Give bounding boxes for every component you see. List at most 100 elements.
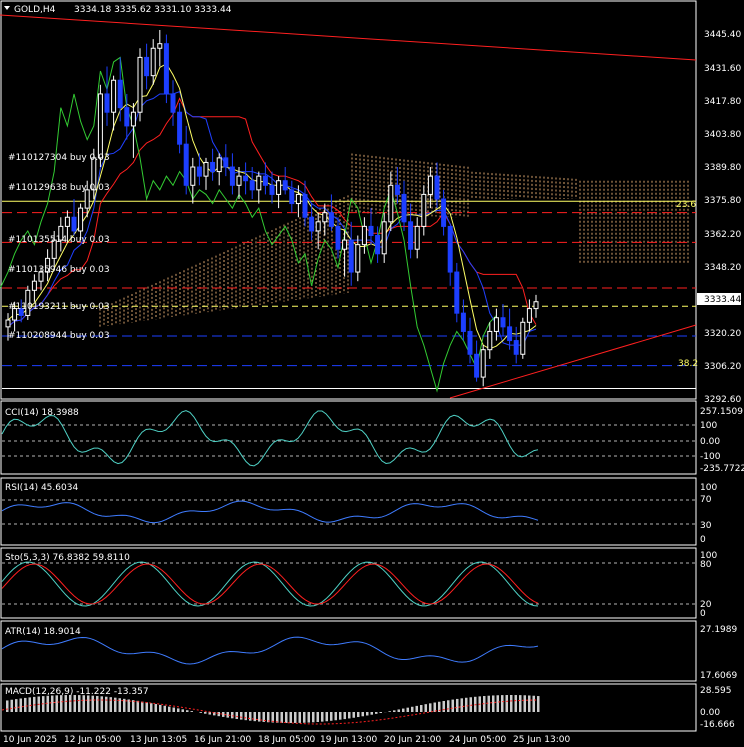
time-tick: 25 Jun 13:00: [513, 735, 570, 744]
candle-body: [448, 226, 452, 272]
macd-bar: [393, 710, 396, 712]
time-tick: 24 Jun 05:00: [449, 735, 506, 744]
macd-bar: [362, 712, 365, 716]
candle-body: [270, 185, 274, 194]
candle-body: [455, 272, 459, 313]
macd-bar: [303, 712, 306, 723]
trade-label[interactable]: #110193211 buy 0.03: [8, 302, 110, 312]
candle-body: [244, 176, 248, 181]
candle-body: [316, 222, 320, 231]
candle-body: [382, 222, 386, 254]
macd-bar: [204, 712, 207, 714]
macd-bar: [456, 699, 459, 712]
candle-body: [290, 190, 294, 204]
macd-bar: [146, 702, 149, 712]
price-tick: 3417.80: [704, 97, 741, 107]
macd-bar: [299, 712, 302, 723]
macd-bar: [420, 705, 423, 712]
macd-bar: [159, 705, 162, 712]
cci-tick: 0.00: [700, 437, 720, 447]
macd-bar: [353, 712, 356, 718]
candle-body: [178, 112, 182, 144]
candle-body: [171, 94, 175, 112]
macd-bar: [389, 711, 392, 712]
candle-body: [151, 48, 155, 75]
macd-bar: [317, 712, 320, 722]
macd-bar: [366, 712, 369, 716]
macd-bar: [51, 696, 54, 712]
candle-body: [494, 318, 498, 332]
macd-bar: [155, 704, 158, 712]
candle-body: [501, 318, 505, 327]
candle-body: [191, 167, 195, 185]
sto-tick: 0: [700, 609, 706, 619]
candle-body: [521, 322, 525, 354]
candle-body: [442, 199, 446, 226]
candle-body: [395, 185, 399, 194]
atr-label: ATR(14) 18.9014: [5, 627, 81, 637]
macd-bar: [137, 701, 140, 712]
candle-body: [283, 181, 287, 190]
candle-body: [402, 194, 406, 221]
rsi-label: RSI(14) 45.6034: [5, 483, 78, 493]
macd-bar: [92, 696, 95, 712]
candle-body: [211, 162, 215, 171]
macd-bar: [380, 712, 383, 713]
macd-bar: [339, 712, 342, 720]
candle-body: [118, 80, 122, 107]
macd-bar: [515, 695, 518, 712]
macd-bar: [501, 695, 504, 712]
macd-bar: [240, 712, 243, 720]
candle-body: [343, 240, 347, 249]
macd-bar: [177, 708, 180, 712]
macd-bar: [443, 701, 446, 712]
trade-label[interactable]: #110208944 buy 0.03: [8, 331, 110, 341]
candle-body: [323, 213, 327, 222]
candle-body: [6, 320, 10, 327]
candle-body: [277, 181, 281, 195]
macd-bar: [105, 697, 108, 712]
chart-header: GOLD,H4 3334.18 3335.62 3331.10 3333.44: [4, 5, 232, 15]
trading-chart-window[interactable]: GOLD,H4 3334.18 3335.62 3331.10 3333.44 …: [0, 0, 744, 744]
candle-body: [409, 222, 413, 249]
macd-bar: [254, 712, 257, 721]
candle-body: [217, 158, 221, 172]
macd-bar: [236, 712, 239, 719]
macd-bar: [371, 712, 374, 715]
macd-bar: [465, 698, 468, 712]
trade-label[interactable]: #110135514 buy 0.03: [8, 235, 110, 245]
macd-bar: [123, 699, 126, 712]
sto-label: Sto(5,3,3) 76.8382 59.8110: [5, 553, 130, 563]
time-tick: 19 Jun 13:00: [320, 735, 377, 744]
macd-bar: [330, 712, 333, 721]
price-tick: 3431.60: [704, 64, 741, 74]
candle-body: [514, 341, 518, 355]
candle-body: [415, 226, 419, 249]
macd-bar: [222, 712, 225, 717]
time-axis[interactable]: 10 Jun 2025 12 Jun 05:00 13 Jun 13:05 16…: [3, 735, 570, 744]
price-tick: 3292.60: [704, 395, 741, 405]
macd-bar: [290, 712, 293, 723]
trade-label[interactable]: #110127304 buy 0.03: [8, 153, 110, 163]
candle-body: [164, 44, 168, 94]
candle-body: [422, 194, 426, 226]
macd-bar: [74, 695, 77, 712]
macd-bar: [375, 712, 378, 714]
candle-body: [131, 112, 135, 126]
cci-tick: 100: [700, 421, 717, 431]
cci-tick: -100: [700, 452, 721, 462]
macd-bar: [411, 707, 414, 712]
macd-bar: [281, 712, 284, 723]
trade-label[interactable]: #110129638 buy 0.03: [8, 183, 110, 193]
macd-bar: [407, 708, 410, 712]
fib-38-2-label: 38.2: [678, 359, 698, 369]
macd-bar: [65, 695, 68, 712]
macd-bar: [150, 703, 153, 712]
candle-body: [475, 354, 479, 377]
trade-label[interactable]: #110135946 buy 0.03: [8, 265, 110, 275]
rsi-tick: 70: [700, 495, 712, 505]
macd-bar: [231, 712, 234, 718]
symbol-timeframe: GOLD,H4: [14, 5, 56, 15]
candle-body: [329, 213, 333, 227]
macd-bar: [519, 695, 522, 712]
